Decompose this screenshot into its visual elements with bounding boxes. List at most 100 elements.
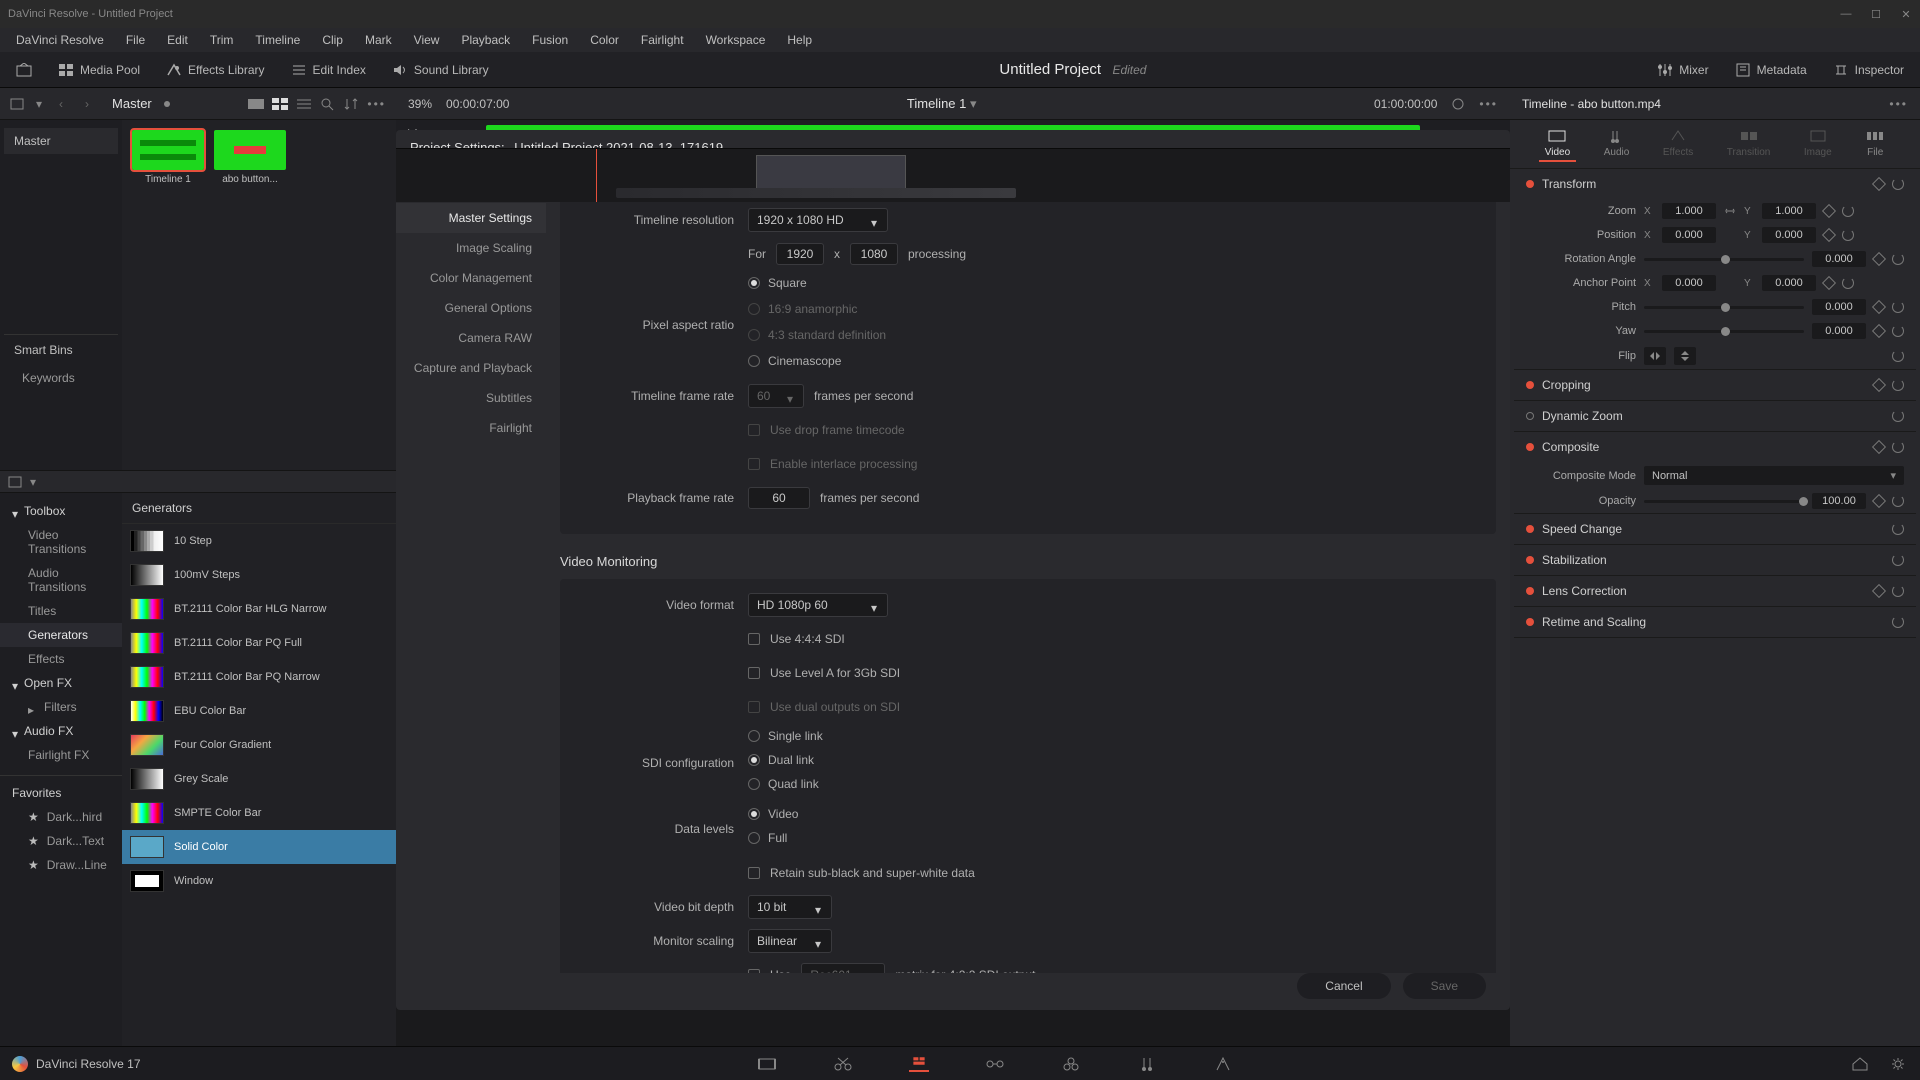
view-grid-icon[interactable] [271, 97, 289, 111]
sidebar-general-options[interactable]: General Options [396, 293, 546, 323]
effects-library-button[interactable]: Effects Library [160, 59, 270, 81]
menu-timeline[interactable]: Timeline [245, 30, 310, 50]
reset-icon[interactable] [1892, 301, 1904, 313]
reset-icon[interactable] [1892, 178, 1904, 190]
menu-view[interactable]: View [404, 30, 450, 50]
enable-dot-icon[interactable] [1526, 618, 1534, 626]
pos-x-input[interactable]: 0.000 [1662, 227, 1716, 243]
pitch-slider[interactable] [1644, 306, 1804, 309]
timeline-clip[interactable] [756, 155, 906, 191]
chevron-down-icon[interactable]: ▾ [36, 97, 42, 111]
sdi-quad-radio[interactable] [748, 778, 760, 790]
playback-framerate-input[interactable]: 60 [748, 487, 810, 509]
par-cinemascope-radio[interactable] [748, 355, 760, 367]
menu-fusion[interactable]: Fusion [522, 30, 578, 50]
reset-icon[interactable] [1892, 253, 1904, 265]
panel-menu-icon[interactable] [8, 476, 22, 488]
keyframe-icon[interactable] [1872, 300, 1886, 314]
fx-titles[interactable]: Titles [0, 599, 122, 623]
rotation-input[interactable]: 0.000 [1812, 251, 1866, 267]
search-icon[interactable] [319, 97, 337, 111]
reset-icon[interactable] [1892, 410, 1904, 422]
fx-video-transitions[interactable]: Video Transitions [0, 523, 122, 561]
sidebar-master-settings[interactable]: Master Settings [396, 203, 546, 233]
enable-dot-icon[interactable] [1526, 525, 1534, 533]
mixer-button[interactable]: Mixer [1651, 59, 1714, 81]
enable-dot-icon[interactable] [1526, 443, 1534, 451]
generator-item[interactable]: Grey Scale [122, 762, 396, 796]
pitch-input[interactable]: 0.000 [1812, 299, 1866, 315]
zoom-x-input[interactable]: 1.000 [1662, 203, 1716, 219]
breadcrumb-master[interactable]: Master [112, 96, 152, 111]
menu-mark[interactable]: Mark [355, 30, 402, 50]
anchor-x-input[interactable]: 0.000 [1662, 275, 1716, 291]
rotation-slider[interactable] [1644, 258, 1804, 261]
more-icon[interactable]: ••• [1479, 97, 1498, 111]
fav-item[interactable]: ★Draw...Line [0, 853, 122, 877]
view-list-icon[interactable] [295, 97, 313, 111]
thumb-abo-button[interactable]: abo button... [214, 130, 286, 185]
dynamic-zoom-header[interactable]: Dynamic Zoom [1542, 409, 1623, 423]
menu-color[interactable]: Color [580, 30, 629, 50]
dl-full-radio[interactable] [748, 832, 760, 844]
opacity-input[interactable]: 100.00 [1812, 493, 1866, 509]
media-pool-button[interactable]: Media Pool [52, 59, 146, 81]
tab-audio[interactable]: Audio [1598, 126, 1636, 162]
reset-icon[interactable] [1892, 325, 1904, 337]
fx-generators[interactable]: Generators [0, 623, 122, 647]
link-icon[interactable] [1724, 205, 1736, 217]
flip-v-button[interactable] [1674, 347, 1696, 365]
fx-audiofx[interactable]: ▾Audio FX [0, 719, 122, 743]
keyframe-icon[interactable] [1822, 276, 1836, 290]
enable-dot-icon[interactable] [1526, 556, 1534, 564]
fav-item[interactable]: ★Dark...Text [0, 829, 122, 853]
timeline-name-label[interactable]: Timeline 1 [907, 96, 966, 111]
menu-fairlight[interactable]: Fairlight [631, 30, 694, 50]
view-thumbnail-icon[interactable] [247, 97, 265, 111]
smart-bins-header[interactable]: Smart Bins [4, 334, 118, 365]
fav-item[interactable]: ★Dark...hird [0, 805, 122, 829]
reset-icon[interactable] [1892, 441, 1904, 453]
metadata-button[interactable]: Metadata [1729, 59, 1813, 81]
edit-index-button[interactable]: Edit Index [285, 59, 372, 81]
generator-item[interactable]: EBU Color Bar [122, 694, 396, 728]
quick-export-button[interactable] [10, 59, 38, 81]
bit-depth-select[interactable]: 10 bit▾ [748, 895, 832, 919]
timeline-scrollbar[interactable] [616, 188, 1016, 198]
enable-dot-icon[interactable] [1526, 381, 1534, 389]
generator-item[interactable]: Window [122, 864, 396, 898]
nav-forward-icon[interactable]: › [80, 97, 94, 111]
maximize-icon[interactable]: ☐ [1870, 8, 1882, 20]
height-input[interactable]: 1080 [850, 243, 898, 265]
more-icon[interactable]: ••• [1889, 97, 1908, 111]
tree-master[interactable]: Master [4, 128, 118, 154]
page-media-icon[interactable] [757, 1056, 777, 1072]
menu-help[interactable]: Help [777, 30, 822, 50]
stabilization-header[interactable]: Stabilization [1542, 553, 1607, 567]
cropping-header[interactable]: Cropping [1542, 378, 1591, 392]
composite-mode-select[interactable]: Normal▾ [1644, 466, 1904, 485]
sort-icon[interactable] [343, 97, 361, 111]
width-input[interactable]: 1920 [776, 243, 824, 265]
page-color-icon[interactable] [1061, 1056, 1081, 1072]
reset-icon[interactable] [1892, 585, 1904, 597]
cancel-button[interactable]: Cancel [1297, 973, 1390, 999]
retime-scaling-header[interactable]: Retime and Scaling [1542, 615, 1646, 629]
fx-audio-transitions[interactable]: Audio Transitions [0, 561, 122, 599]
opacity-slider[interactable] [1644, 500, 1804, 503]
generator-item[interactable]: BT.2111 Color Bar PQ Full [122, 626, 396, 660]
enable-dot-icon[interactable] [1526, 180, 1534, 188]
pos-y-input[interactable]: 0.000 [1762, 227, 1816, 243]
reset-icon[interactable] [1842, 229, 1854, 241]
reset-icon[interactable] [1892, 350, 1904, 362]
timeline-area[interactable] [396, 148, 1510, 202]
menu-edit[interactable]: Edit [157, 30, 198, 50]
menu-playback[interactable]: Playback [451, 30, 520, 50]
reset-icon[interactable] [1892, 523, 1904, 535]
tab-video[interactable]: Video [1539, 126, 1576, 162]
video-format-select[interactable]: HD 1080p 60▾ [748, 593, 888, 617]
generator-item[interactable]: BT.2111 Color Bar PQ Narrow [122, 660, 396, 694]
enable-dot-icon[interactable] [1526, 412, 1534, 420]
keyframe-icon[interactable] [1872, 177, 1886, 191]
sidebar-fairlight[interactable]: Fairlight [396, 413, 546, 443]
